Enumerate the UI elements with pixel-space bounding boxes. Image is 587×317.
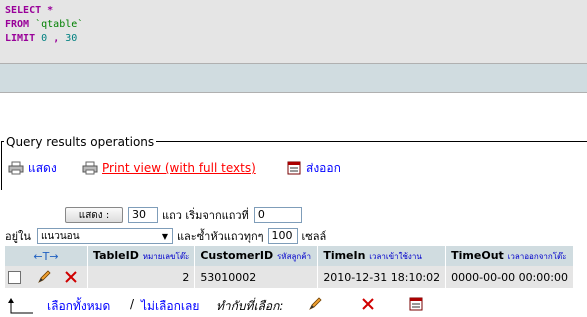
column-name: TableID [93, 249, 139, 262]
column-header-timein[interactable]: TimeIn เวลาเข้าใช้งาน [317, 246, 447, 266]
operations-legend: Query results operations [4, 134, 157, 150]
sql-query-box: SELECT * FROM `qtable` LIMIT 0 , 30 [0, 0, 587, 63]
sql-line-from: FROM `qtable` [5, 19, 83, 31]
column-nav-header[interactable]: ←T→ [5, 246, 88, 266]
sql-limit-keyword: LIMIT [5, 33, 36, 44]
cell-customerid: 53010002 [194, 266, 319, 288]
print-view-link[interactable]: Print view (with full texts) [82, 160, 256, 176]
column-subtitle: รหัสลูกค้า [277, 252, 312, 261]
select-separator: / [130, 297, 135, 311]
mode-select-value: แนวนอน [40, 230, 80, 242]
column-subtitle: เวลาเข้าใช้งาน [369, 252, 422, 261]
chevron-down-icon: ▼ [161, 231, 169, 241]
sql-toolbar-bar [0, 63, 587, 93]
show-rows-form: แสดง : 30 แถว เริ่มจากแถวที่ 0 [65, 206, 302, 224]
sql-table-name: `qtable` [35, 19, 84, 30]
table-footer: เลือกทั้งหมด / ไม่เลือกเลย ทำกับที่เลือก… [0, 293, 587, 317]
show-button[interactable]: แสดง : [65, 207, 123, 223]
display-mode-form: อยู่ใน แนวนอน ▼ และซ้ำหัวแถวทุกๆ 100 เซล… [5, 227, 326, 245]
sql-line-limit: LIMIT 0 , 30 [5, 33, 77, 45]
sql-star: * [47, 5, 54, 16]
repeat-headers-input[interactable]: 100 [267, 228, 298, 244]
select-all-link[interactable]: เลือกทั้งหมด [47, 297, 110, 316]
sql-limit-offset: 0 [41, 33, 48, 44]
delete-icon[interactable] [64, 270, 78, 284]
edit-selected-icon[interactable] [308, 297, 324, 311]
table-header-row: ←T→ TableID หมายเลขโต๊ะ CustomerID รหัสล… [5, 246, 574, 266]
column-name: TimeIn [323, 249, 366, 262]
row-actions [5, 266, 88, 288]
sql-limit-count: 30 [65, 33, 78, 44]
with-selected-label: ทำกับที่เลือก: [216, 299, 284, 313]
delete-selected-icon[interactable] [361, 297, 375, 311]
export-selected-icon[interactable] [408, 297, 424, 311]
export-link[interactable]: ส่งออก [286, 160, 341, 176]
column-nav-icon: ←T→ [33, 249, 59, 263]
pencil-icon[interactable] [37, 270, 53, 284]
start-row-input[interactable]: 0 [253, 207, 302, 223]
in-label: อยู่ใน [5, 230, 31, 243]
cell-tableid: 2 [87, 266, 196, 288]
show-link-label: แสดง [28, 160, 57, 175]
column-header-timeout[interactable]: TimeOut เวลาออกจากโต๊ะ [445, 246, 574, 266]
printer-full-icon [82, 161, 98, 175]
cells-label: เซลล์ [301, 230, 327, 243]
table-row: 2 53010002 2010-12-31 18:10:02 0000-00-0… [5, 266, 574, 288]
column-header-tableid[interactable]: TableID หมายเลขโต๊ะ [87, 246, 196, 266]
sql-select-keyword: SELECT [5, 5, 42, 16]
sql-comma: , [53, 33, 60, 44]
column-subtitle: เวลาออกจากโต๊ะ [507, 252, 567, 261]
sql-line-select: SELECT * [5, 5, 53, 17]
rows-input[interactable]: 30 [128, 207, 158, 223]
printer-icon [8, 161, 24, 175]
column-header-customerid[interactable]: CustomerID รหัสลูกค้า [194, 246, 319, 266]
export-link-label: ส่งออก [306, 160, 341, 175]
row-checkbox[interactable] [8, 270, 21, 284]
rows-suffix-label: แถว เริ่มจากแถวที่ [162, 209, 249, 222]
cell-timein: 2010-12-31 18:10:02 [317, 266, 447, 288]
results-table: ←T→ TableID หมายเลขโต๊ะ CustomerID รหัสล… [5, 246, 574, 288]
column-name: TimeOut [451, 249, 504, 262]
deselect-all-link[interactable]: ไม่เลือกเลย [141, 297, 199, 316]
mode-select[interactable]: แนวนอน ▼ [36, 228, 173, 244]
print-view-label: Print view (with full texts) [102, 161, 256, 175]
cell-timeout: 0000-00-00 00:00:00 [445, 266, 574, 288]
column-subtitle: หมายเลขโต๊ะ [142, 252, 190, 261]
show-link[interactable]: แสดง [8, 160, 57, 176]
sql-from-keyword: FROM [5, 19, 30, 30]
repeat-headers-label: และซ้ำหัวแถวทุกๆ [176, 230, 264, 243]
export-icon [287, 161, 301, 175]
column-name: CustomerID [200, 249, 274, 262]
